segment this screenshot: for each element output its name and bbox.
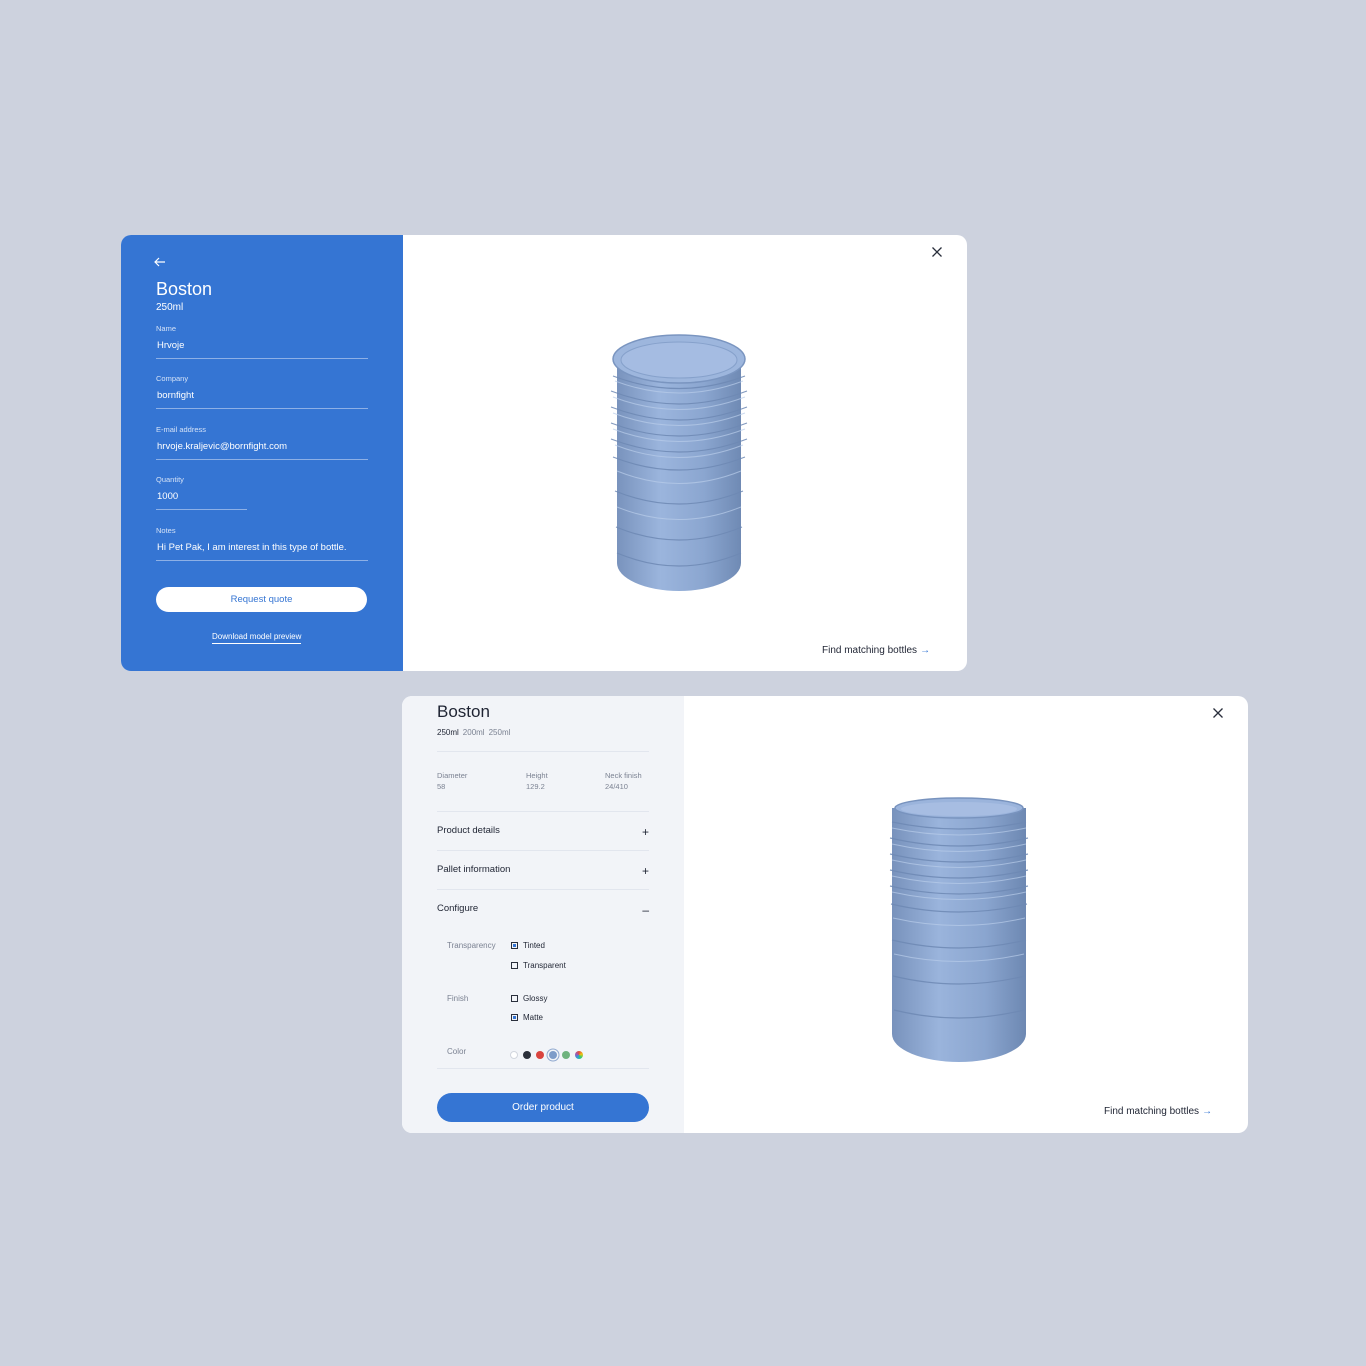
checkbox-label: Glossy xyxy=(523,994,548,1003)
color-label: Color xyxy=(447,1047,467,1056)
spec-label: Height xyxy=(526,771,548,780)
divider xyxy=(437,889,649,890)
download-model-link[interactable]: Download model preview xyxy=(212,632,302,644)
quantity-field[interactable]: Quantity 1000 xyxy=(156,475,247,510)
find-matching-bottles-link[interactable]: Find matching bottles → xyxy=(1104,1106,1212,1117)
divider xyxy=(437,1068,649,1069)
notes-input[interactable]: Hi Pet Pak, I am interest in this type o… xyxy=(156,542,368,561)
close-icon[interactable] xyxy=(1212,707,1224,719)
quantity-label: Quantity xyxy=(156,475,184,484)
accordion-label: Configure xyxy=(437,903,479,914)
expand-plus-icon[interactable]: + xyxy=(642,864,649,878)
checkbox-tinted[interactable]: Tinted xyxy=(511,941,545,950)
back-arrow-icon[interactable] xyxy=(153,255,167,269)
spec-value: 129.2 xyxy=(526,782,545,791)
notes-field[interactable]: Notes Hi Pet Pak, I am interest in this … xyxy=(156,526,368,561)
email-input[interactable]: hrvoje.kraljevic@bornfight.com xyxy=(156,441,368,460)
transparency-label: Transparency xyxy=(447,941,496,950)
swatch-black[interactable] xyxy=(523,1050,531,1059)
checkbox-label: Tinted xyxy=(523,941,545,950)
find-matching-label: Find matching bottles xyxy=(822,645,918,656)
notes-label: Notes xyxy=(156,526,176,535)
quote-request-card: Boston 250ml Name Hrvoje Company bornfig… xyxy=(121,235,967,671)
finish-label: Finish xyxy=(447,994,469,1003)
accordion-product-details[interactable]: Product details + xyxy=(437,825,649,845)
checkbox-checked-icon[interactable] xyxy=(511,1014,518,1021)
email-field[interactable]: E-mail address hrvoje.kraljevic@bornfigh… xyxy=(156,425,368,460)
quantity-input[interactable]: 1000 xyxy=(156,491,247,510)
swatch-multicolor-icon[interactable] xyxy=(575,1050,583,1059)
size-tab-250ml-alt[interactable]: 250ml xyxy=(489,728,511,737)
color-swatches xyxy=(510,1046,588,1059)
email-label: E-mail address xyxy=(156,425,207,434)
spec-neck-finish: Neck finish 24/410 xyxy=(605,771,642,791)
name-label: Name xyxy=(156,324,177,333)
request-quote-button[interactable]: Request quote xyxy=(156,587,367,612)
spec-label: Neck finish xyxy=(605,771,642,780)
swatch-white[interactable] xyxy=(510,1050,518,1059)
company-field[interactable]: Company bornfight xyxy=(156,374,368,409)
swatch-red[interactable] xyxy=(536,1050,544,1059)
product-title: Boston xyxy=(437,702,490,721)
checkbox-checked-icon[interactable] xyxy=(511,942,518,949)
checkbox-unchecked-icon[interactable] xyxy=(511,962,518,969)
product-size: 250ml xyxy=(156,302,184,313)
checkbox-transparent[interactable]: Transparent xyxy=(511,961,566,970)
spec-height: Height 129.2 xyxy=(526,771,548,791)
accordion-configure[interactable]: Configure – xyxy=(437,903,649,923)
collapse-minus-icon[interactable]: – xyxy=(642,903,649,917)
checkbox-label: Matte xyxy=(523,1013,544,1022)
arrow-right-icon: → xyxy=(1202,1106,1213,1117)
spec-diameter: Diameter 58 xyxy=(437,771,467,791)
divider xyxy=(437,850,649,851)
size-tabs: 250ml 200ml 250ml xyxy=(437,728,514,737)
swatch-blue-selected[interactable] xyxy=(549,1050,557,1059)
find-matching-bottles-link[interactable]: Find matching bottles → xyxy=(822,645,930,656)
company-input[interactable]: bornfight xyxy=(156,390,368,409)
name-field[interactable]: Name Hrvoje xyxy=(156,324,368,359)
spec-value: 24/410 xyxy=(605,782,628,791)
checkbox-matte[interactable]: Matte xyxy=(511,1013,543,1022)
expand-plus-icon[interactable]: + xyxy=(642,825,649,839)
accordion-pallet-information[interactable]: Pallet information + xyxy=(437,864,649,884)
order-product-button[interactable]: Order product xyxy=(437,1093,649,1122)
checkbox-label: Transparent xyxy=(523,961,566,970)
divider xyxy=(437,811,649,812)
close-icon[interactable] xyxy=(931,246,943,258)
swatch-green[interactable] xyxy=(562,1050,570,1059)
spec-value: 58 xyxy=(437,782,446,791)
size-tab-200ml[interactable]: 200ml xyxy=(463,728,485,737)
product-title: Boston xyxy=(156,279,213,299)
arrow-right-icon: → xyxy=(920,645,931,656)
checkbox-unchecked-icon[interactable] xyxy=(511,995,518,1002)
product-config-card: Boston 250ml 200ml 250ml Diameter 58 Heigh… xyxy=(402,696,1248,1133)
find-matching-label: Find matching bottles xyxy=(1104,1106,1200,1117)
config-panel: Boston 250ml 200ml 250ml Diameter 58 Heigh… xyxy=(402,696,684,1133)
spec-label: Diameter xyxy=(437,771,468,780)
bottle-3d-preview[interactable] xyxy=(603,331,755,593)
quote-form-panel: Boston 250ml Name Hrvoje Company bornfig… xyxy=(121,235,403,671)
divider xyxy=(437,751,649,752)
bottle-3d-preview[interactable] xyxy=(886,794,1032,1068)
accordion-label: Pallet information xyxy=(437,864,511,875)
size-tab-250ml[interactable]: 250ml xyxy=(437,728,459,737)
name-input[interactable]: Hrvoje xyxy=(156,340,368,359)
accordion-label: Product details xyxy=(437,825,500,836)
company-label: Company xyxy=(156,374,189,383)
checkbox-glossy[interactable]: Glossy xyxy=(511,994,547,1003)
